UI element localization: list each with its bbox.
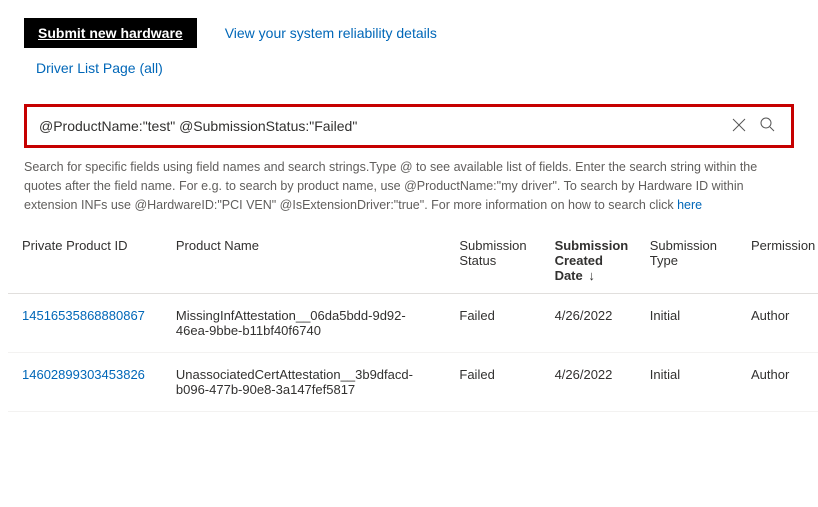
perm-cell: Author: [737, 294, 818, 353]
product-id-link[interactable]: 14602899303453826: [8, 353, 162, 412]
table-row: 14602899303453826 UnassociatedCertAttest…: [8, 353, 818, 412]
results-table: Private Product ID Product Name Submissi…: [8, 228, 818, 412]
sort-desc-icon: ↓: [588, 268, 595, 283]
col-header-id[interactable]: Private Product ID: [8, 228, 162, 294]
col-header-name[interactable]: Product Name: [162, 228, 446, 294]
search-help-text: Search for specific fields using field n…: [24, 158, 794, 214]
col-header-perm[interactable]: Permission: [737, 228, 818, 294]
type-cell: Initial: [636, 294, 737, 353]
date-cell: 4/26/2022: [541, 353, 636, 412]
search-input[interactable]: [37, 117, 725, 135]
clear-search-button[interactable]: [725, 112, 753, 140]
product-name-cell: MissingInfAttestation__06da5bdd-9d92-46e…: [162, 294, 446, 353]
search-bar: [24, 104, 794, 148]
table-row: 14516535868880867 MissingInfAttestation_…: [8, 294, 818, 353]
close-icon: [732, 118, 746, 135]
product-name-cell: UnassociatedCertAttestation__3b9dfacd-b0…: [162, 353, 446, 412]
date-cell: 4/26/2022: [541, 294, 636, 353]
perm-cell: Author: [737, 353, 818, 412]
reliability-details-link[interactable]: View your system reliability details: [225, 25, 437, 41]
col-header-status[interactable]: Submission Status: [445, 228, 540, 294]
status-cell: Failed: [445, 294, 540, 353]
col-header-date[interactable]: Submission Created Date ↓: [541, 228, 636, 294]
status-cell: Failed: [445, 353, 540, 412]
help-here-link[interactable]: here: [677, 198, 702, 212]
search-button[interactable]: [753, 112, 781, 140]
type-cell: Initial: [636, 353, 737, 412]
col-header-type[interactable]: Submission Type: [636, 228, 737, 294]
driver-list-page-link[interactable]: Driver List Page (all): [36, 60, 163, 76]
search-icon: [760, 117, 775, 135]
submit-new-hardware-button[interactable]: Submit new hardware: [24, 18, 197, 48]
product-id-link[interactable]: 14516535868880867: [8, 294, 162, 353]
